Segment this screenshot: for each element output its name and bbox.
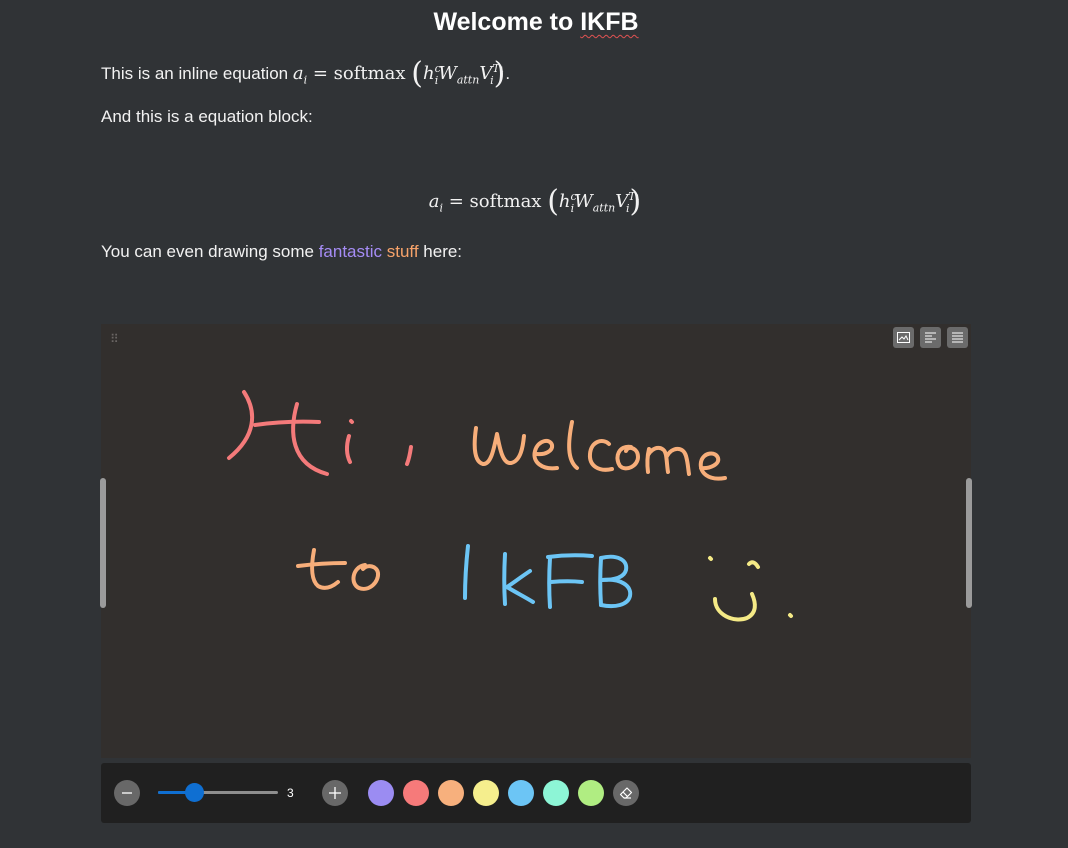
decrease-brush-button[interactable] xyxy=(114,780,140,806)
inline-equation[interactable]: ai = softmax (hciWattnVT1i) xyxy=(293,56,506,91)
stroke-smiley xyxy=(708,556,793,622)
highlight-fantastic: fantastic xyxy=(318,242,382,261)
increase-brush-button[interactable] xyxy=(322,780,348,806)
color-swatch[interactable] xyxy=(368,780,394,806)
drawing-intro-text: You can even drawing some fantastic stuf… xyxy=(101,242,463,261)
stroke-welcome xyxy=(472,420,727,481)
color-swatch[interactable] xyxy=(473,780,499,806)
slider-thumb[interactable] xyxy=(185,783,205,802)
drawing-canvas[interactable]: ⠿ xyxy=(100,324,972,758)
color-swatch[interactable] xyxy=(578,780,604,806)
minus-icon xyxy=(122,792,132,794)
drawing-toolbar: 3 xyxy=(101,763,971,823)
page-title: Welcome to IKFB xyxy=(433,8,639,36)
plus-icon xyxy=(329,787,341,799)
highlight-stuff: stuff xyxy=(386,242,419,261)
stroke-hi xyxy=(227,390,413,476)
eraser-icon xyxy=(619,787,633,799)
color-swatch[interactable] xyxy=(438,780,464,806)
stroke-to xyxy=(296,548,381,591)
inline-equation-paragraph: This is an inline equation ai = softmax … xyxy=(101,56,511,91)
equation-block[interactable]: ai = softmax (hciWattnVT1i) xyxy=(0,184,1068,219)
color-swatch[interactable] xyxy=(403,780,429,806)
brush-size-slider[interactable] xyxy=(158,783,278,802)
brush-size-value: 3 xyxy=(287,786,294,800)
handwriting-drawing xyxy=(227,390,793,622)
color-swatch[interactable] xyxy=(543,780,569,806)
spellcheck-word: IKFB xyxy=(580,8,639,36)
stroke-ikfb xyxy=(463,544,633,609)
color-swatch[interactable] xyxy=(508,780,534,806)
block-intro-text: And this is a equation block: xyxy=(101,107,313,126)
eraser-button[interactable] xyxy=(613,780,639,806)
